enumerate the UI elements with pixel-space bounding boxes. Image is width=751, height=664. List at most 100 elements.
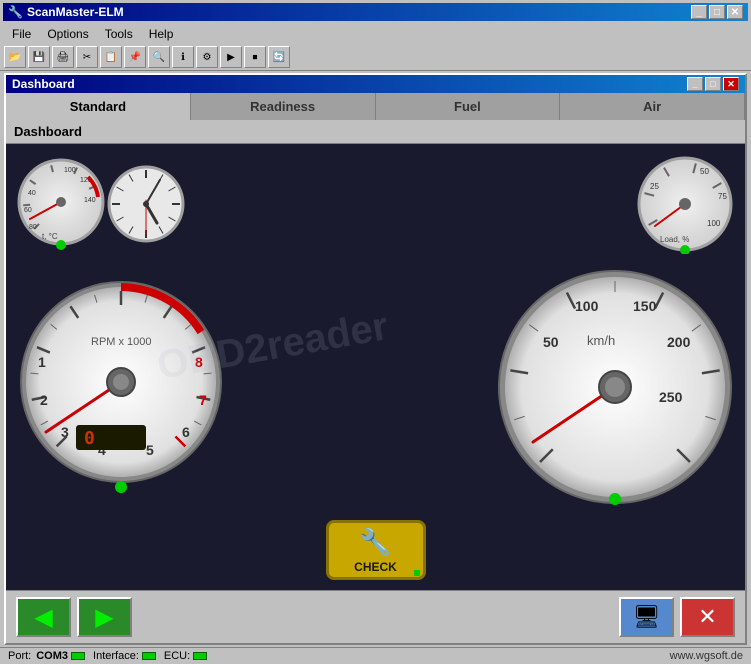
interface-status: Interface:: [93, 650, 156, 662]
svg-text:1: 1: [38, 354, 46, 370]
monitor-icon: 🖥: [633, 604, 661, 630]
menu-tools[interactable]: Tools: [97, 26, 141, 42]
tab-fuel[interactable]: Fuel: [376, 93, 561, 120]
rpm-gauge: 1 2 3 4 5 6 7 8 RPM x 1000 0: [16, 277, 226, 502]
tab-readiness[interactable]: Readiness: [191, 93, 376, 120]
tb-btn-12[interactable]: 🔄: [268, 46, 290, 68]
menu-file[interactable]: File: [4, 26, 39, 42]
dashboard-window-controls: _ □ ✕: [687, 77, 739, 91]
navigation-buttons: ◀ ▶: [16, 597, 132, 637]
toolbar: 📂 💾 🖨 ✂ 📋 📌 🔍 ℹ ⚙ ▶ ⏹ 🔄: [0, 44, 751, 71]
svg-text:8: 8: [195, 354, 203, 370]
tb-btn-7[interactable]: 🔍: [148, 46, 170, 68]
svg-text:60: 60: [24, 207, 32, 214]
check-engine-light: 🔧 CHECK: [326, 520, 426, 580]
app-close-button[interactable]: ✕: [727, 5, 743, 19]
svg-text:150: 150: [633, 298, 657, 314]
svg-text:50: 50: [543, 334, 559, 350]
svg-text:6: 6: [182, 424, 190, 440]
svg-text:7: 7: [199, 392, 207, 408]
dashboard-section-label: Dashboard: [6, 120, 745, 144]
dashboard-close-button[interactable]: ✕: [723, 77, 739, 91]
gauge-area: OBD2reader: [6, 144, 745, 590]
app-window-controls: _ □ ✕: [691, 5, 743, 19]
dashboard-title-label: Dashboard: [12, 77, 75, 91]
interface-label: Interface:: [93, 650, 139, 662]
svg-text:200: 200: [667, 334, 691, 350]
dashboard-minimize-button[interactable]: _: [687, 77, 703, 91]
tb-btn-11[interactable]: ⏹: [244, 46, 266, 68]
exit-icon: ✕: [698, 604, 716, 630]
tb-btn-1[interactable]: 📂: [4, 46, 26, 68]
speed-gauge-svg: 50 100 150 200 250 km/h: [495, 267, 735, 507]
tb-btn-10[interactable]: ▶: [220, 46, 242, 68]
monitor-button[interactable]: 🖥: [619, 597, 674, 637]
app-title-text: 🔧 ScanMaster-ELM: [8, 5, 124, 19]
temperature-gauge: 40 60 80 100 120 140 t, °C: [16, 157, 106, 257]
svg-text:100: 100: [575, 298, 599, 314]
website-label: www.wgsoft.de: [670, 650, 743, 662]
next-icon: ▶: [95, 603, 113, 632]
ecu-status: ECU:: [164, 650, 207, 662]
speed-gauge: 50 100 150 200 250 km/h: [495, 267, 735, 512]
prev-icon: ◀: [34, 603, 52, 632]
app-minimize-button[interactable]: _: [691, 5, 707, 19]
top-gauges-row: 40 60 80 100 120 140 t, °C: [16, 154, 735, 259]
svg-text:100: 100: [707, 219, 721, 228]
app-title-bar: 🔧 ScanMaster-ELM _ □ ✕: [0, 0, 751, 24]
svg-text:RPM x 1000: RPM x 1000: [91, 336, 152, 348]
tab-standard[interactable]: Standard: [6, 93, 191, 120]
port-value: COM3: [36, 650, 68, 662]
prev-button[interactable]: ◀: [16, 597, 71, 637]
svg-text:2: 2: [40, 392, 48, 408]
svg-text:100: 100: [64, 167, 76, 174]
app-title-bar-inner: 🔧 ScanMaster-ELM _ □ ✕: [3, 3, 748, 21]
port-status: Port: COM3: [8, 650, 85, 662]
dashboard-window: Dashboard _ □ ✕ Standard Readiness Fuel …: [4, 73, 747, 645]
svg-text:3: 3: [61, 424, 69, 440]
menu-help[interactable]: Help: [141, 26, 182, 42]
dashboard-title-bar: Dashboard _ □ ✕: [6, 75, 745, 93]
bottom-toolbar: ◀ ▶ 🖥 ✕: [6, 590, 745, 643]
load-gauge-svg: 25 50 75 100 Load, %: [635, 154, 735, 254]
app-maximize-button[interactable]: □: [709, 5, 725, 19]
ecu-label: ECU:: [164, 650, 190, 662]
tb-btn-4[interactable]: ✂: [76, 46, 98, 68]
tab-bar: Standard Readiness Fuel Air: [6, 93, 745, 120]
status-bar: Port: COM3 Interface: ECU: www.wgsoft.de: [0, 647, 751, 664]
menu-bar: File Options Tools Help: [0, 24, 751, 44]
clock-gauge-svg: [106, 164, 186, 244]
app-title-label: ScanMaster-ELM: [27, 5, 124, 19]
interface-led: [142, 652, 156, 660]
port-led: [71, 652, 85, 660]
tb-btn-6[interactable]: 📌: [124, 46, 146, 68]
tb-btn-2[interactable]: 💾: [28, 46, 50, 68]
svg-text:250: 250: [659, 389, 683, 405]
tb-btn-8[interactable]: ℹ: [172, 46, 194, 68]
next-button[interactable]: ▶: [77, 597, 132, 637]
check-label: CHECK: [354, 560, 397, 574]
svg-text:25: 25: [650, 182, 659, 191]
check-engine-container: 🔧 CHECK: [326, 520, 426, 580]
tab-air[interactable]: Air: [560, 93, 745, 120]
middle-gauges-row: 1 2 3 4 5 6 7 8 RPM x 1000 0: [16, 267, 735, 512]
tb-btn-5[interactable]: 📋: [100, 46, 122, 68]
svg-text:75: 75: [718, 192, 727, 201]
load-gauge: 25 50 75 100 Load, %: [635, 154, 735, 259]
tb-btn-3[interactable]: 🖨: [52, 46, 74, 68]
check-engine-led: [414, 570, 420, 576]
svg-text:t, °C: t, °C: [42, 232, 58, 241]
svg-text:40: 40: [28, 190, 36, 197]
tb-btn-9[interactable]: ⚙: [196, 46, 218, 68]
exit-button[interactable]: ✕: [680, 597, 735, 637]
svg-text:50: 50: [700, 167, 709, 176]
svg-text:km/h: km/h: [587, 333, 615, 348]
svg-text:80: 80: [29, 224, 37, 231]
svg-text:Load, %: Load, %: [660, 235, 689, 244]
menu-options[interactable]: Options: [39, 26, 96, 42]
dashboard-maximize-button[interactable]: □: [705, 77, 721, 91]
action-buttons: 🖥 ✕: [619, 597, 735, 637]
svg-text:0: 0: [84, 428, 95, 449]
svg-text:5: 5: [146, 442, 154, 458]
svg-text:140: 140: [84, 197, 96, 204]
